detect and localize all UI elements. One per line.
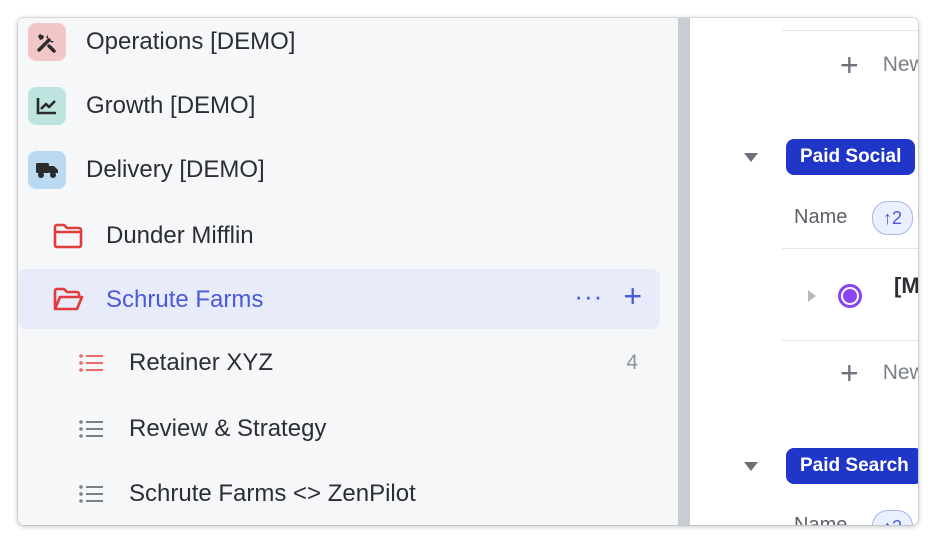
collapse-group-icon[interactable] xyxy=(744,462,758,471)
list-view: + New task Paid Social Name ↑2 [M + New … xyxy=(690,18,918,525)
column-header-name[interactable]: Name xyxy=(794,514,847,525)
sidebar-list-label: Schrute Farms <> ZenPilot xyxy=(129,480,416,507)
group-header-paid-social[interactable]: Paid Social xyxy=(786,139,916,175)
folder-icon xyxy=(53,223,83,249)
list-icon xyxy=(79,485,103,503)
sidebar-folder-dunder-mifflin[interactable]: Dunder Mifflin xyxy=(18,208,660,262)
sidebar-list-retainer-xyz[interactable]: Retainer XYZ 4 xyxy=(18,336,660,390)
column-header-name[interactable]: Name xyxy=(794,206,847,229)
sidebar-space-label: Delivery [DEMO] xyxy=(86,156,265,183)
row-actions: ··· + xyxy=(574,280,642,312)
sidebar-list-label: Retainer XYZ xyxy=(129,349,274,376)
tools-icon xyxy=(28,23,66,61)
divider xyxy=(782,30,918,31)
sidebar-folder-label: Schrute Farms xyxy=(106,286,264,313)
new-task-button[interactable]: + New task xyxy=(840,355,918,391)
sidebar-space-delivery[interactable]: Delivery [DEMO] xyxy=(18,142,660,196)
sidebar-list-review-strategy[interactable]: Review & Strategy xyxy=(18,402,660,456)
app-window: Operations [DEMO] Growth [DEMO] Delivery… xyxy=(18,18,918,525)
plus-icon: + xyxy=(840,355,859,391)
list-icon xyxy=(79,420,103,438)
sidebar-resize-handle[interactable] xyxy=(678,18,690,525)
new-task-label: New task xyxy=(882,53,918,76)
sidebar-space-label: Growth [DEMO] xyxy=(86,92,256,119)
new-task-button[interactable]: + New task xyxy=(840,47,918,83)
sort-indicator[interactable]: ↑2 xyxy=(872,201,914,235)
sidebar-folder-label: Dunder Mifflin xyxy=(106,222,254,249)
group-header-paid-search[interactable]: Paid Search xyxy=(786,448,918,484)
divider xyxy=(782,248,918,249)
collapse-group-icon[interactable] xyxy=(744,153,758,162)
list-icon xyxy=(79,354,103,372)
add-item-button[interactable]: + xyxy=(623,280,642,312)
plus-icon: + xyxy=(840,47,859,83)
task-count: 4 xyxy=(626,351,638,374)
sidebar: Operations [DEMO] Growth [DEMO] Delivery… xyxy=(18,18,678,525)
more-options-button[interactable]: ··· xyxy=(574,283,603,309)
truck-icon xyxy=(28,151,66,189)
divider xyxy=(782,340,918,341)
chart-line-icon xyxy=(28,87,66,125)
sidebar-space-operations[interactable]: Operations [DEMO] xyxy=(18,18,660,72)
folder-open-icon xyxy=(53,287,84,311)
sidebar-folder-schrute-farms[interactable]: Schrute Farms ··· + xyxy=(18,269,660,329)
expand-subtasks-icon[interactable] xyxy=(808,290,816,302)
sidebar-space-label: Operations [DEMO] xyxy=(86,28,296,55)
sidebar-space-growth[interactable]: Growth [DEMO] xyxy=(18,78,660,132)
sidebar-list-label: Review & Strategy xyxy=(129,415,327,442)
status-icon[interactable] xyxy=(838,284,862,308)
sidebar-list-schrute-zenpilot[interactable]: Schrute Farms <> ZenPilot xyxy=(18,467,660,521)
task-name[interactable]: [M xyxy=(894,273,918,299)
new-task-label: New task xyxy=(882,361,918,384)
sort-indicator[interactable]: ↑2 xyxy=(872,510,914,525)
